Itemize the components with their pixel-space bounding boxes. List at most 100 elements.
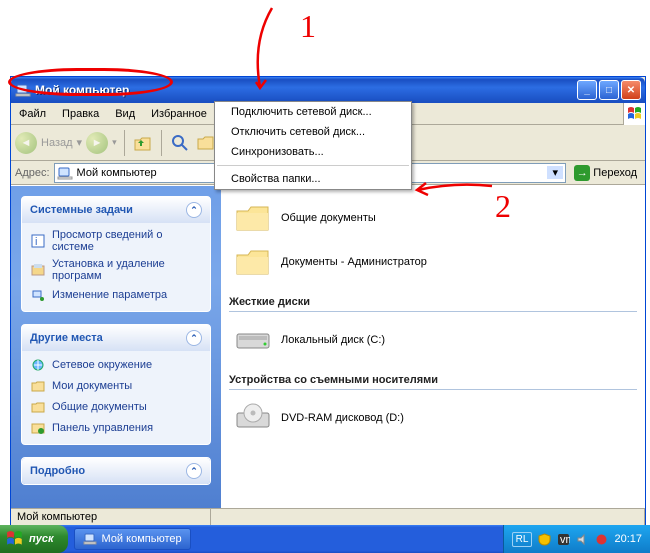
- my-computer-icon: [83, 532, 97, 546]
- menu-edit[interactable]: Правка: [54, 103, 107, 124]
- back-dropdown-icon: ▾: [77, 136, 83, 149]
- panel-title: Системные задачи: [30, 204, 133, 216]
- dvd-drive-icon: [235, 400, 271, 436]
- folder-icon: [235, 244, 271, 280]
- toolbar-separator: [161, 130, 162, 156]
- status-mid: [211, 509, 645, 526]
- menu-item-synchronize[interactable]: Синхронизовать...: [215, 142, 411, 162]
- panel-title: Другие места: [30, 332, 103, 344]
- link-network-places[interactable]: Сетевое окружение: [30, 357, 202, 373]
- item-label: Локальный диск (C:): [281, 334, 385, 346]
- group-header-removable: Устройства со съемными носителями: [229, 372, 637, 390]
- network-icon: [30, 357, 46, 373]
- svg-text:vm: vm: [560, 534, 570, 546]
- back-arrow-icon: ◄: [15, 132, 37, 154]
- minimize-button[interactable]: _: [577, 80, 597, 100]
- window-body: Системные задачи ⌃ i Просмотр сведений о…: [11, 185, 645, 508]
- toolbar-separator: [124, 130, 125, 156]
- link-label: Изменение параметра: [52, 289, 167, 301]
- go-button[interactable]: → Переход: [570, 163, 641, 183]
- windows-logo-icon: [6, 530, 24, 548]
- menu-separator: [217, 165, 409, 166]
- programs-icon: [30, 262, 46, 278]
- maximize-button[interactable]: □: [599, 80, 619, 100]
- menu-view[interactable]: Вид: [107, 103, 143, 124]
- menu-favorites[interactable]: Избранное: [143, 103, 215, 124]
- panel-title: Подробно: [30, 465, 85, 477]
- forward-button[interactable]: ►: [86, 132, 108, 154]
- collapse-icon[interactable]: ⌃: [186, 463, 202, 479]
- annotation-label-1: 1: [300, 8, 316, 45]
- control-panel-icon: [30, 420, 46, 436]
- forward-dropdown-icon: ▾: [112, 137, 117, 148]
- group-header-hdd: Жесткие диски: [229, 294, 637, 312]
- back-button[interactable]: ◄ Назад ▾: [15, 132, 82, 154]
- go-label: Переход: [593, 167, 637, 179]
- content-pane[interactable]: Общие документы Документы - Администрато…: [221, 186, 645, 508]
- my-computer-icon: [15, 82, 31, 98]
- panel-other-places: Другие места ⌃ Сетевое окружение Мои док…: [21, 324, 211, 445]
- svg-text:i: i: [35, 236, 37, 248]
- folder-icon: [235, 200, 271, 236]
- address-label: Адрес:: [15, 167, 50, 179]
- menu-item-disconnect-drive[interactable]: Отключить сетевой диск...: [215, 122, 411, 142]
- status-left: Мой компьютер: [11, 509, 211, 526]
- panel-system-tasks: Системные задачи ⌃ i Просмотр сведений о…: [21, 196, 211, 312]
- folder-item[interactable]: Общие документы: [229, 196, 637, 240]
- volume-icon[interactable]: [576, 533, 589, 546]
- tasks-sidebar: Системные задачи ⌃ i Просмотр сведений о…: [11, 186, 221, 508]
- language-indicator[interactable]: RL: [512, 532, 533, 547]
- item-label: Документы - Администратор: [281, 256, 427, 268]
- link-change-setting[interactable]: Изменение параметра: [30, 287, 202, 303]
- link-label: Установка и удаление программ: [52, 258, 202, 282]
- panel-header[interactable]: Другие места ⌃: [22, 325, 210, 351]
- link-label: Просмотр сведений о системе: [52, 229, 202, 253]
- link-label: Мои документы: [52, 380, 132, 392]
- collapse-icon[interactable]: ⌃: [186, 202, 202, 218]
- link-label: Общие документы: [52, 401, 147, 413]
- drive-item[interactable]: Локальный диск (C:): [229, 318, 637, 362]
- link-control-panel[interactable]: Панель управления: [30, 420, 202, 436]
- start-button[interactable]: пуск: [0, 525, 68, 553]
- menu-file[interactable]: Файл: [11, 103, 54, 124]
- link-system-info[interactable]: i Просмотр сведений о системе: [30, 229, 202, 253]
- link-my-documents[interactable]: Мои документы: [30, 378, 202, 394]
- my-computer-icon: [57, 165, 73, 181]
- tray-icon[interactable]: [595, 533, 608, 546]
- link-shared-documents[interactable]: Общие документы: [30, 399, 202, 415]
- back-label: Назад: [41, 137, 73, 149]
- panel-header[interactable]: Подробно ⌃: [22, 458, 210, 484]
- status-bar: Мой компьютер: [11, 508, 645, 526]
- task-label: Мой компьютер: [102, 533, 182, 545]
- clock[interactable]: 20:17: [614, 533, 642, 545]
- up-folder-button[interactable]: [132, 132, 154, 154]
- tray-app-icon[interactable]: vm: [557, 533, 570, 546]
- folder-icon: [30, 378, 46, 394]
- go-arrow-icon: →: [574, 165, 590, 181]
- annotation-label-2: 2: [495, 188, 511, 225]
- close-button[interactable]: ✕: [621, 80, 641, 100]
- window-titlebar[interactable]: Мой компьютер _ □ ✕: [11, 77, 645, 103]
- search-button[interactable]: [169, 132, 191, 154]
- link-label: Панель управления: [52, 422, 153, 434]
- taskbar: пуск Мой компьютер RL vm 20:17: [0, 525, 650, 553]
- menu-item-folder-options[interactable]: Свойства папки...: [215, 169, 411, 189]
- info-icon: i: [30, 233, 46, 249]
- link-label: Сетевое окружение: [52, 359, 152, 371]
- settings-icon: [30, 287, 46, 303]
- menu-item-map-drive[interactable]: Подключить сетевой диск...: [215, 102, 411, 122]
- security-shield-icon[interactable]: [538, 533, 551, 546]
- start-label: пуск: [29, 533, 54, 545]
- drive-item[interactable]: DVD-RAM дисковод (D:): [229, 396, 637, 440]
- tools-dropdown-menu: Подключить сетевой диск... Отключить сет…: [214, 101, 412, 190]
- link-add-remove-programs[interactable]: Установка и удаление программ: [30, 258, 202, 282]
- item-label: DVD-RAM дисковод (D:): [281, 412, 404, 424]
- windows-flag-icon: [623, 103, 645, 125]
- panel-header[interactable]: Системные задачи ⌃: [22, 197, 210, 223]
- collapse-icon[interactable]: ⌃: [186, 330, 202, 346]
- taskbar-task[interactable]: Мой компьютер: [74, 528, 191, 550]
- annotation-arrow-2: [414, 180, 494, 200]
- item-label: Общие документы: [281, 212, 376, 224]
- address-dropdown-icon[interactable]: ▾: [547, 166, 563, 179]
- folder-item[interactable]: Документы - Администратор: [229, 240, 637, 284]
